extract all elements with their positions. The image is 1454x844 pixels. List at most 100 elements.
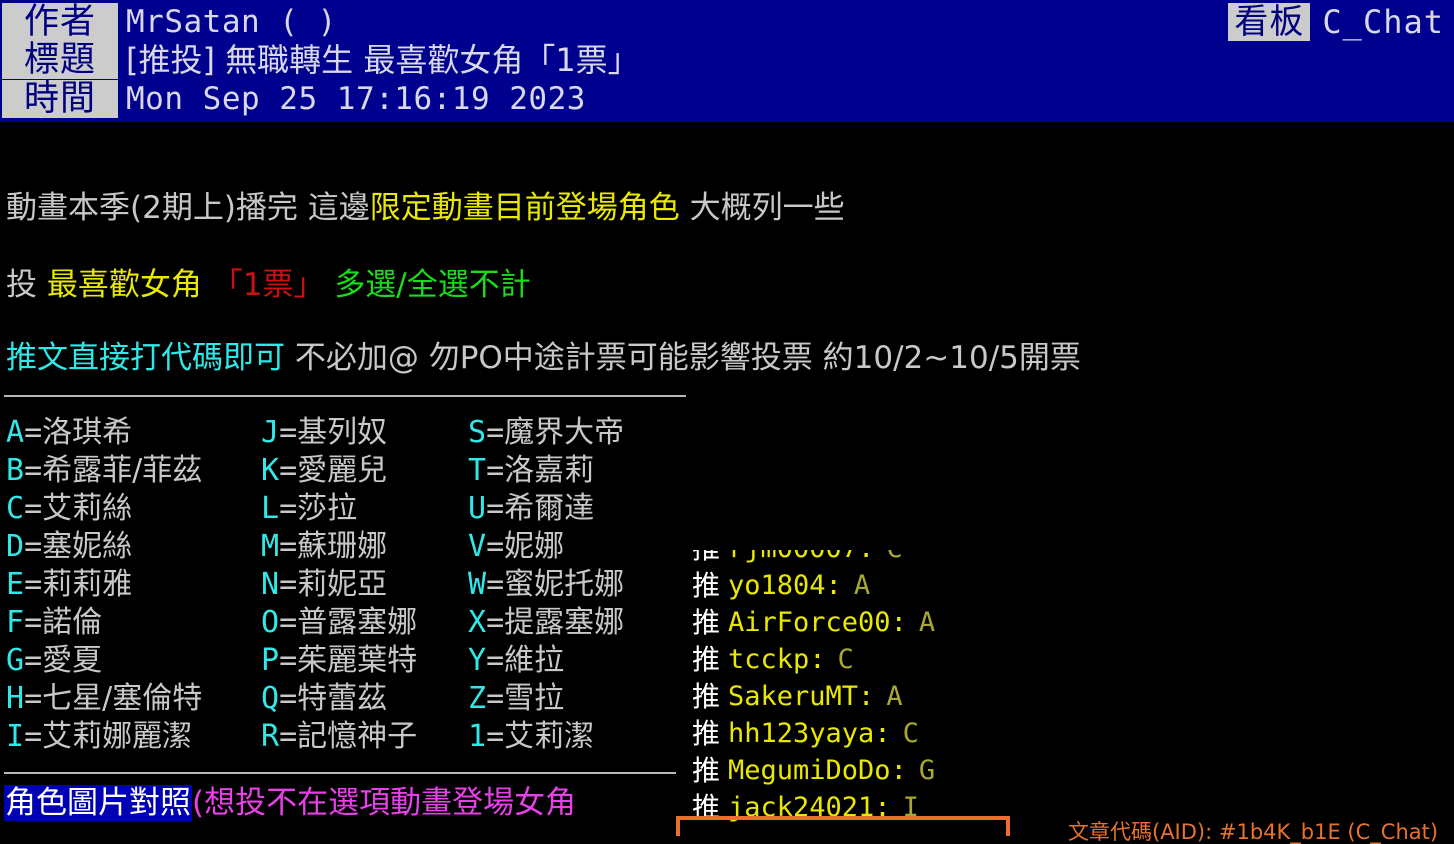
character-key-table: A=洛琪希 B=希露菲/菲茲 C=艾莉絲 D=塞妮絲 E=莉莉雅 F=諾倫 G=… <box>4 414 694 766</box>
character-key-row: E=莉莉雅 <box>6 566 202 604</box>
comment-vote-code: C <box>886 550 902 567</box>
post-line-1-seg-1: 動畫本季(2期上)播完 這邊 <box>6 190 370 226</box>
comment-vote-code: I <box>902 792 919 823</box>
comment-vote-code: G <box>918 755 936 786</box>
key-name: 洛琪希 <box>42 415 133 450</box>
key-name: 七星/塞倫特 <box>42 681 203 716</box>
key-name: 莎拉 <box>297 491 358 526</box>
post-line-3-seg-1: 推文直接打代碼即可 <box>6 340 285 376</box>
character-key-row: L=莎拉 <box>261 490 417 528</box>
label-title: 標題 <box>2 41 118 79</box>
character-key-row: P=茱麗葉特 <box>261 642 417 680</box>
key-name: 艾莉娜麗潔 <box>42 719 193 754</box>
post-line-2: 投 最喜歡女角 「1票」 多選/全選不計 <box>6 267 531 303</box>
comment-username: tcckp <box>728 644 810 675</box>
comment-row[interactable]: 推 MegumiDoDo: G <box>676 752 1036 789</box>
key-name: 希露菲/菲茲 <box>42 453 203 488</box>
comment-row[interactable]: 推 yo1804: A <box>676 567 1036 604</box>
key-letter: M <box>261 529 280 564</box>
key-letter: A <box>6 415 25 450</box>
comment-vote-code: C <box>902 718 919 749</box>
comment-row-highlighted[interactable]: 推 SakeruMT: A <box>676 678 1036 715</box>
comment-colon: : <box>890 755 907 786</box>
comment-username: rjm00007 <box>728 550 858 567</box>
board-tag-label: 看板 <box>1228 3 1311 41</box>
comment-vote-code: A <box>853 570 871 601</box>
key-equals: = <box>486 605 505 640</box>
key-letter: P <box>261 643 280 678</box>
post-line-2-seg-3 <box>202 267 212 303</box>
key-name: 魔界大帝 <box>504 415 625 450</box>
key-letter: 1 <box>468 719 487 754</box>
header-label-column: 作者 標題 時間 <box>2 3 118 119</box>
comment-colon: : <box>858 550 874 567</box>
comment-row[interactable]: 推 hh123yaya: C <box>676 715 1036 752</box>
key-name: 洛嘉莉 <box>504 453 595 488</box>
key-letter: U <box>468 491 487 526</box>
key-name: 愛麗兒 <box>297 453 388 488</box>
key-name: 特蕾茲 <box>297 681 388 716</box>
key-letter: S <box>468 415 487 450</box>
key-name: 莉莉雅 <box>42 567 133 602</box>
post-line-1-seg-3: 大概列一些 <box>679 190 845 226</box>
comment-vote-code: A <box>886 681 903 712</box>
key-letter: Y <box>468 643 487 678</box>
comment-colon: : <box>890 607 907 638</box>
key-equals: = <box>279 491 298 526</box>
key-letter: N <box>261 567 280 602</box>
character-key-row: G=愛夏 <box>6 642 202 680</box>
character-key-row: 1=艾莉潔 <box>468 718 624 756</box>
key-equals: = <box>486 529 505 564</box>
key-equals: = <box>24 453 43 488</box>
comment-type-tag: 推 <box>692 643 721 676</box>
character-key-row: Q=特蕾茲 <box>261 680 417 718</box>
post-line-3: 推文直接打代碼即可 不必加@ 勿PO中途計票可能影響投票 約10/2~10/5開… <box>6 340 1081 376</box>
character-key-row: X=提露塞娜 <box>468 604 624 642</box>
image-reference-highlight: 角色圖片對照 <box>4 785 192 821</box>
character-key-row: O=普露塞娜 <box>261 604 417 642</box>
character-key-row: I=艾莉娜麗潔 <box>6 718 202 756</box>
key-letter: E <box>6 567 25 602</box>
key-letter: G <box>6 643 25 678</box>
separator-top <box>4 395 686 397</box>
comment-username: SakeruMT <box>728 681 859 712</box>
key-letter: D <box>6 529 25 564</box>
key-equals: = <box>24 643 43 678</box>
comment-type-tag: 推 <box>692 791 721 824</box>
post-bottom-line: 角色圖片對照(想投不在選項動畫登場女角 <box>4 784 576 822</box>
key-name: 蜜妮托娜 <box>504 567 625 602</box>
character-key-row: Z=雪拉 <box>468 680 624 718</box>
character-key-row: Y=維拉 <box>468 642 624 680</box>
comment-row[interactable]: 推 rjm00007: C <box>676 550 1036 567</box>
comment-type-tag: 推 <box>692 754 721 787</box>
post-line-1-seg-2: 限定動畫目前登場角色 <box>369 190 680 226</box>
comment-row[interactable]: 推 tcckp: C <box>676 641 1036 678</box>
comment-vote-code: A <box>918 607 936 638</box>
key-equals: = <box>486 453 505 488</box>
key-name: 希爾達 <box>504 491 595 526</box>
post-line-2-seg-5 <box>324 267 334 303</box>
comment-username: MegumiDoDo <box>728 755 891 786</box>
post-line-2-seg-1: 投 <box>6 267 47 303</box>
comment-type-tag: 推 <box>676 550 728 567</box>
comment-row[interactable]: 推 jack24021: I <box>676 789 1036 826</box>
image-reference-note: (想投不在選項動畫登場女角 <box>192 785 577 821</box>
character-key-row: N=莉妮亞 <box>261 566 417 604</box>
character-key-row: D=塞妮絲 <box>6 528 202 566</box>
article-id-text: 文章代碼(AID): #1b4K_b1E (C_Chat) <box>1068 820 1439 844</box>
key-letter: J <box>261 415 280 450</box>
key-name: 妮娜 <box>504 529 565 564</box>
character-key-row: U=希爾達 <box>468 490 624 528</box>
key-equals: = <box>279 567 298 602</box>
character-key-column-2: J=基列奴 K=愛麗兒 L=莎拉 M=蘇珊娜 N=莉妮亞 O=普露塞娜 P=茱麗… <box>261 414 417 756</box>
comment-colon: : <box>874 718 891 749</box>
key-equals: = <box>24 719 43 754</box>
key-letter: X <box>468 605 487 640</box>
character-key-row: B=希露菲/菲茲 <box>6 452 202 490</box>
character-key-row: M=蘇珊娜 <box>261 528 417 566</box>
key-name: 諾倫 <box>42 605 103 640</box>
post-line-2-seg-6: 多選/全選不計 <box>334 267 531 303</box>
comment-list-overlay[interactable]: 推 rjm00007: C 推 yo1804: A 推 AirForce00: … <box>676 550 1036 836</box>
comment-row[interactable]: 推 AirForce00: A <box>676 604 1036 641</box>
board-name-label: C_Chat <box>1322 3 1444 41</box>
